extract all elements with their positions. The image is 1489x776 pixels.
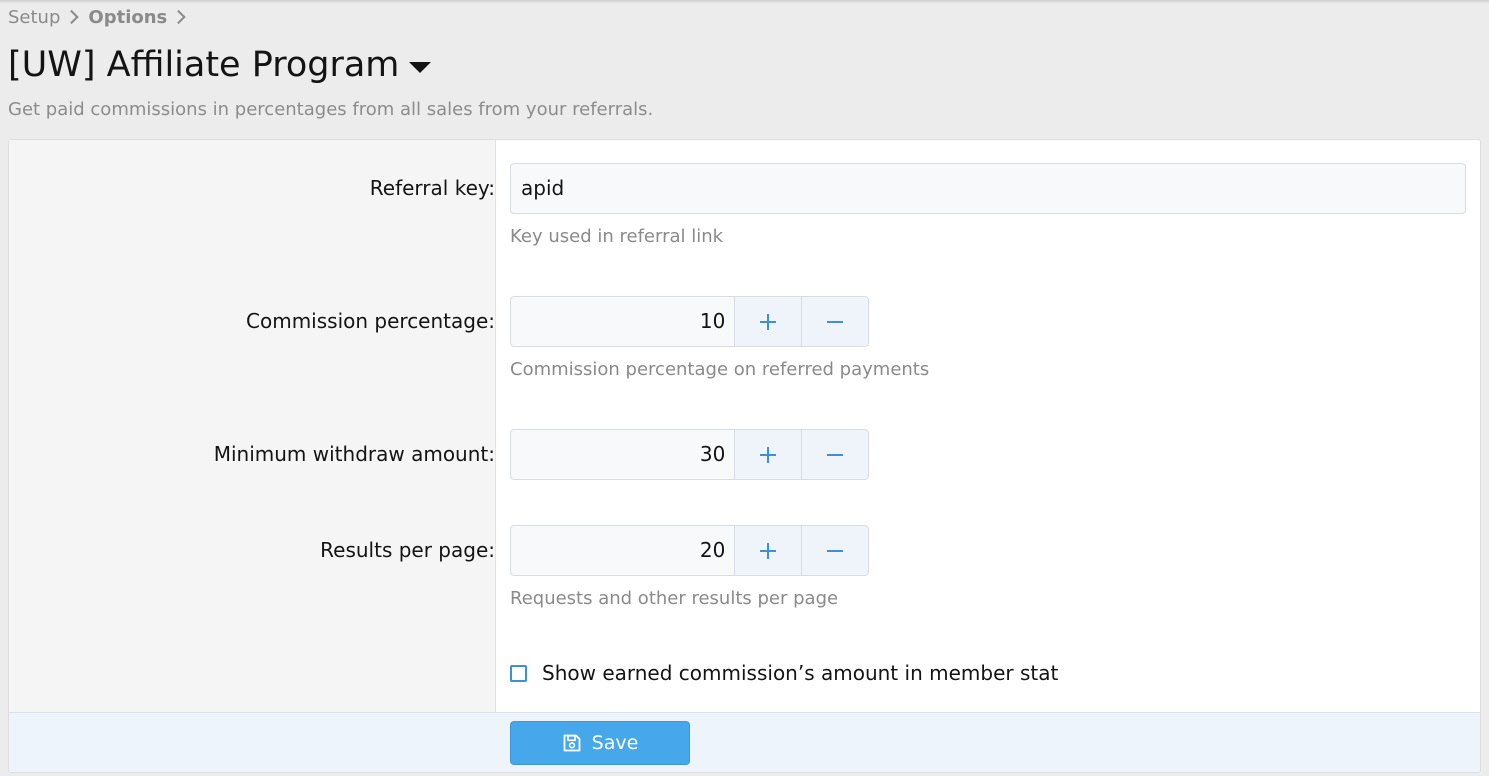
show-commission-label[interactable]: Show earned commission’s amount in membe… bbox=[542, 661, 1058, 685]
show-commission-option[interactable]: Show earned commission’s amount in membe… bbox=[510, 661, 1058, 685]
results-per-page-label: Results per page: bbox=[320, 538, 495, 562]
label-column: Referral key: Commission percentage: Min… bbox=[9, 140, 496, 712]
results-per-page-stepper: 20 bbox=[510, 525, 869, 576]
min-withdraw-label: Minimum withdraw amount: bbox=[213, 442, 495, 466]
commission-percentage-stepper: 10 bbox=[510, 296, 869, 347]
minus-icon bbox=[827, 447, 844, 463]
chevron-right-icon bbox=[171, 9, 186, 25]
options-panel: Referral key: Commission percentage: Min… bbox=[8, 139, 1481, 773]
plus-icon bbox=[760, 542, 777, 559]
commission-percentage-input[interactable]: 10 bbox=[511, 297, 736, 346]
breadcrumb-options[interactable]: Options bbox=[88, 7, 167, 28]
minus-icon bbox=[827, 314, 844, 330]
save-button[interactable]: Save bbox=[510, 721, 690, 765]
referral-key-hint: Key used in referral link bbox=[510, 226, 724, 247]
min-withdraw-stepper: 30 bbox=[510, 429, 869, 480]
decrement-button[interactable] bbox=[801, 430, 868, 479]
results-per-page-input[interactable]: 20 bbox=[511, 526, 736, 575]
increment-button[interactable] bbox=[735, 526, 802, 575]
top-shadow bbox=[0, 0, 1489, 4]
minus-icon bbox=[827, 543, 844, 559]
show-commission-checkbox[interactable] bbox=[510, 664, 527, 682]
increment-button[interactable] bbox=[735, 430, 802, 479]
referral-key-input[interactable]: apid bbox=[510, 163, 1466, 214]
decrement-button[interactable] bbox=[801, 297, 868, 346]
min-withdraw-input[interactable]: 30 bbox=[511, 430, 736, 479]
breadcrumb: Setup Options bbox=[8, 5, 195, 29]
plus-icon bbox=[760, 446, 777, 463]
decrement-button[interactable] bbox=[801, 526, 868, 575]
save-icon bbox=[563, 734, 581, 752]
page-description: Get paid commissions in percentages from… bbox=[8, 99, 654, 120]
breadcrumb-setup[interactable]: Setup bbox=[8, 7, 60, 28]
page-title[interactable]: [UW] Affiliate Program bbox=[8, 42, 432, 88]
page-title-text: [UW] Affiliate Program bbox=[8, 45, 400, 85]
results-per-page-hint: Requests and other results per page bbox=[510, 588, 839, 609]
form-footer: Save bbox=[9, 712, 1480, 772]
plus-icon bbox=[760, 313, 777, 330]
commission-percentage-label: Commission percentage: bbox=[246, 309, 495, 333]
referral-key-label: Referral key: bbox=[369, 176, 495, 200]
chevron-right-icon bbox=[64, 9, 80, 25]
increment-button[interactable] bbox=[735, 297, 802, 346]
commission-percentage-hint: Commission percentage on referred paymen… bbox=[510, 359, 930, 380]
caret-down-icon[interactable] bbox=[409, 61, 432, 73]
save-label: Save bbox=[591, 732, 639, 754]
